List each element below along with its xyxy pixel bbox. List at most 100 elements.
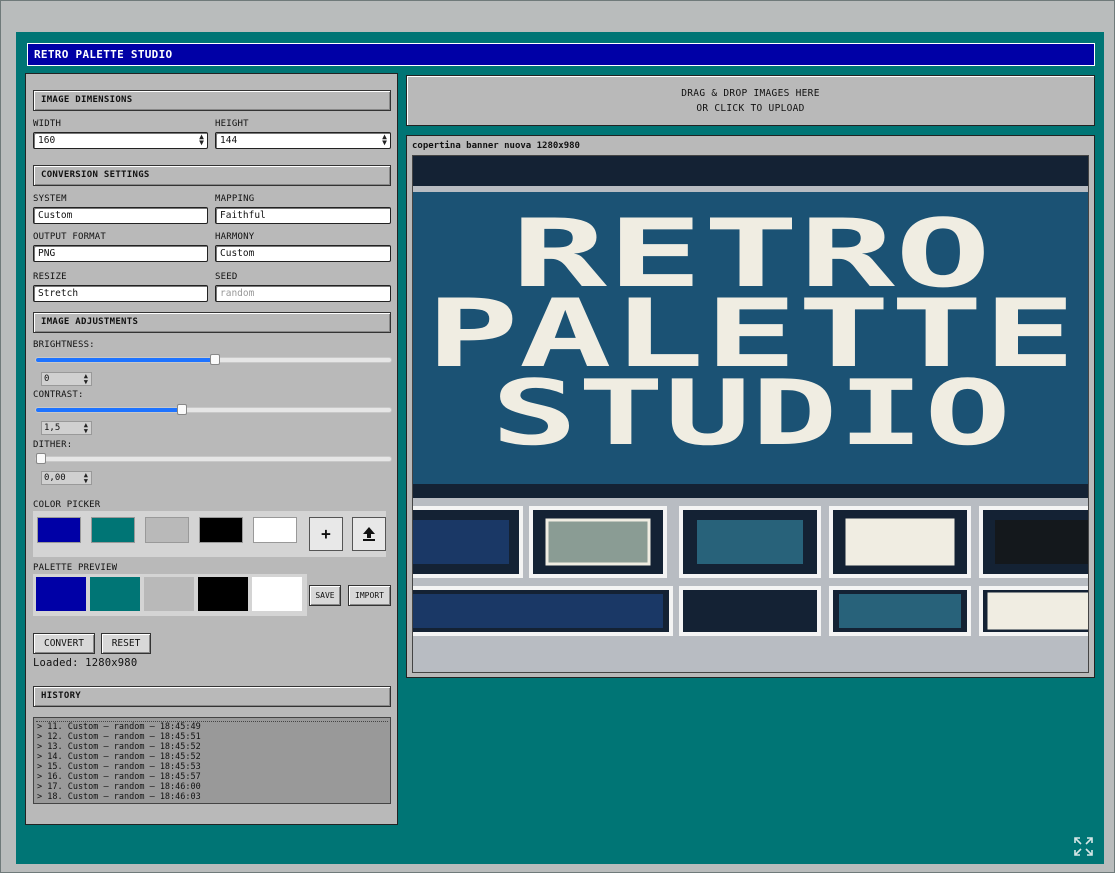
history-items: > 11. Custom – random – 18:45:49 > 12. Cu… [34,722,390,802]
image-swatch [697,520,803,564]
dimensions-header: IMAGE DIMENSIONS [33,90,391,111]
history-list[interactable]: > 11. Custom – random – 18:45:49 > 12. Cu… [33,717,391,804]
dither-input[interactable]: 0,00 ▲ ▼ [41,471,92,485]
upload-palette-button[interactable] [352,517,386,551]
save-palette-button[interactable]: SAVE [309,585,341,606]
history-header: HISTORY [33,686,391,707]
convert-button[interactable]: CONVERT [33,633,95,654]
resize-label: RESIZE [33,272,67,282]
upload-icon [363,527,375,541]
brightness-slider-thumb[interactable] [210,354,220,365]
history-item[interactable]: > 12. Custom – random – 18:45:51 [34,732,390,742]
dither-label: DITHER: [33,440,73,450]
contrast-value: 1,5 [44,423,61,433]
brightness-input[interactable]: 0 ▲ ▼ [41,372,92,386]
brightness-label: BRIGHTNESS: [33,340,95,350]
image-text-line-3: STUDIO [491,361,1011,466]
image-swatch [689,594,811,628]
dropzone-line-2: OR CLICK TO UPLOAD [696,103,805,114]
image-swatch [839,594,961,628]
output-format-label: OUTPUT FORMAT [33,232,107,242]
brightness-value: 0 [44,374,50,384]
contrast-slider-fill [36,408,182,412]
harmony-label: HARMONY [215,232,255,242]
output-format-select[interactable]: PNG [33,245,208,262]
status-text: Loaded: 1280x980 [33,657,138,669]
image-swatch [545,518,651,566]
image-swatch [413,520,509,564]
contrast-input[interactable]: 1,5 ▲ ▼ [41,421,92,435]
contrast-label: CONTRAST: [33,390,84,400]
height-label: HEIGHT [215,119,249,129]
contrast-slider-thumb[interactable] [177,404,187,415]
color-picker-row: + [33,511,386,557]
width-stepper-icon[interactable]: ▲ ▼ [199,133,204,147]
preview-filename: copertina banner nuova 1280x980 [412,141,580,151]
color-picker-swatch[interactable] [91,517,135,543]
mapping-select[interactable]: Faithful [215,207,391,224]
image-swatch [987,592,1088,630]
palette-preview-row [33,574,307,616]
reset-button[interactable]: RESET [101,633,151,654]
height-stepper-icon[interactable]: ▲ ▼ [382,133,387,147]
height-input[interactable]: 144 ▲ ▼ [215,132,391,149]
history-item[interactable]: > 17. Custom – random – 18:46:00 [34,782,390,792]
palette-preview-swatch [144,577,194,611]
palette-preview-swatch [36,577,86,611]
width-label: WIDTH [33,119,62,129]
seed-label: SEED [215,272,238,282]
palette-preview-swatch [198,577,248,611]
plus-icon: + [321,524,331,543]
color-picker-swatch[interactable] [145,517,189,543]
system-label: SYSTEM [33,194,67,204]
palette-preview-label: PALETTE PREVIEW [33,563,118,573]
image-swatch [995,520,1088,564]
preview-image-art: RETRO PALETTE STUDIO [413,156,1088,672]
preview-panel: copertina banner nuova 1280x980 RETRO PA… [406,135,1095,678]
mapping-label: MAPPING [215,194,255,204]
seed-input[interactable]: random [215,285,391,302]
image-top-band [413,156,1088,186]
history-item[interactable]: > 11. Custom – random – 18:45:49 [34,722,390,732]
app-title: RETRO PALETTE STUDIO [27,43,1095,66]
import-palette-button[interactable]: IMPORT [348,585,391,606]
color-picker-swatch[interactable] [199,517,243,543]
conversion-header: CONVERSION SETTINGS [33,165,391,186]
add-color-button[interactable]: + [309,517,343,551]
image-swatch-row-1 [413,506,1088,578]
color-picker-label: COLOR PICKER [33,500,101,510]
history-item[interactable]: > 13. Custom – random – 18:45:52 [34,742,390,752]
brightness-slider[interactable] [35,354,392,365]
history-item[interactable]: > 18. Custom – random – 18:46:03 [34,792,390,802]
system-select[interactable]: Custom [33,207,208,224]
resize-select[interactable]: Stretch [33,285,208,302]
palette-preview-swatch [90,577,140,611]
dither-slider[interactable] [35,453,392,464]
history-item[interactable]: > 16. Custom – random – 18:45:57 [34,772,390,782]
color-picker-swatch[interactable] [37,517,81,543]
width-value: 160 [38,135,56,146]
palette-preview-swatch [252,577,302,611]
image-swatch [845,518,955,566]
color-picker-swatch[interactable] [253,517,297,543]
contrast-stepper-icon[interactable]: ▲ ▼ [84,422,88,435]
upload-dropzone[interactable]: DRAG & DROP IMAGES HERE OR CLICK TO UPLO… [406,75,1095,126]
brightness-stepper-icon[interactable]: ▲ ▼ [84,373,88,386]
harmony-select[interactable]: Custom [215,245,391,262]
dropzone-line-1: DRAG & DROP IMAGES HERE [681,88,820,99]
preview-image: RETRO PALETTE STUDIO [412,155,1089,673]
adjustments-header: IMAGE ADJUSTMENTS [33,312,391,333]
dither-stepper-icon[interactable]: ▲ ▼ [84,472,88,485]
height-value: 144 [220,135,238,146]
settings-panel: IMAGE DIMENSIONS WIDTH HEIGHT 160 ▲ ▼ 144… [25,73,398,825]
history-item[interactable]: > 15. Custom – random – 18:45:53 [34,762,390,772]
image-swatch [413,594,663,628]
dither-value: 0,00 [44,473,66,483]
width-input[interactable]: 160 ▲ ▼ [33,132,208,149]
brightness-slider-fill [36,358,215,362]
expand-icon[interactable] [1073,836,1094,857]
image-swatch-row-2 [413,586,1088,636]
contrast-slider[interactable] [35,404,392,415]
dither-slider-thumb[interactable] [36,453,46,464]
history-item[interactable]: > 14. Custom – random – 18:45:52 [34,752,390,762]
